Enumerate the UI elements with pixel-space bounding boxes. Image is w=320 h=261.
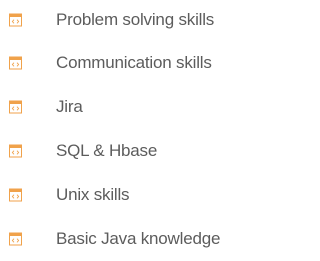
code-file-icon bbox=[9, 13, 22, 27]
skill-label: Basic Java knowledge bbox=[56, 229, 221, 248]
skill-label: Unix skills bbox=[56, 185, 130, 204]
code-file-icon bbox=[9, 144, 22, 158]
code-file-icon bbox=[9, 232, 22, 246]
skill-label: Communication skills bbox=[56, 53, 212, 72]
skill-item: Jira bbox=[0, 87, 247, 127]
skill-label: Jira bbox=[56, 97, 83, 116]
skill-item: Problem solving skills bbox=[0, 0, 247, 40]
code-file-icon bbox=[9, 188, 22, 202]
code-file-icon bbox=[9, 100, 22, 114]
skill-item: Unix skills bbox=[0, 175, 247, 215]
code-file-icon bbox=[9, 56, 22, 70]
skill-label: SQL & Hbase bbox=[56, 141, 158, 160]
skill-item: SQL & Hbase bbox=[0, 131, 247, 171]
skill-item: Basic Java knowledge bbox=[0, 219, 247, 259]
skill-label: Problem solving skills bbox=[56, 10, 215, 29]
skill-item: Communication skills bbox=[0, 43, 247, 83]
